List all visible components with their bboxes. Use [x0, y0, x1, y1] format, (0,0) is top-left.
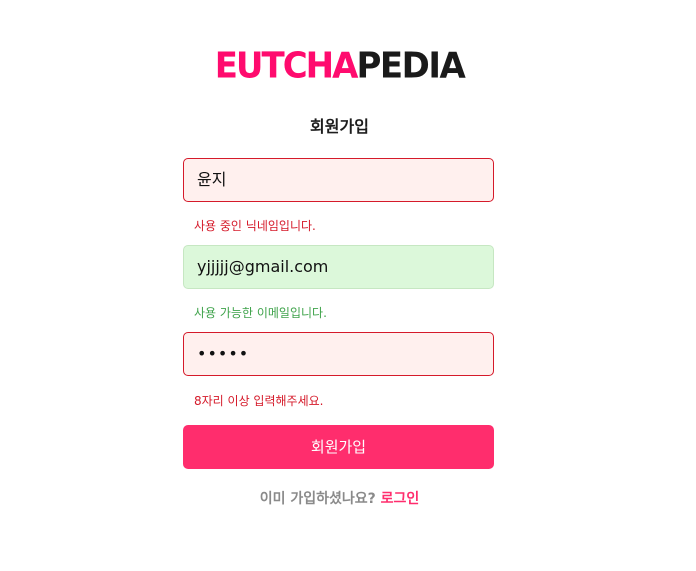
password-field[interactable]: •••••	[183, 332, 494, 376]
signup-page: EUTCHAPEDIA 회원가입 윤지 사용 중인 닉네임입니다. yjjjjj…	[0, 0, 696, 571]
email-field[interactable]: yjjjjj@gmail.com	[183, 245, 494, 289]
nickname-field[interactable]: 윤지	[183, 158, 494, 202]
logo-part-pedia: PEDIA	[356, 45, 465, 87]
nickname-error-message: 사용 중인 닉네임입니다.	[194, 219, 316, 233]
email-success-message: 사용 가능한 이메일입니다.	[194, 306, 327, 320]
password-error-message: 8자리 이상 입력해주세요.	[194, 394, 324, 408]
login-prompt-text: 이미 가입하셨나요?	[259, 491, 376, 507]
signup-button[interactable]: 회원가입	[183, 425, 494, 469]
page-title: 회원가입	[310, 117, 369, 136]
login-link[interactable]: 로그인	[381, 491, 420, 507]
password-value: •••••	[197, 344, 250, 363]
logo-part-eutcha: EUTCHA	[214, 45, 359, 87]
nickname-value: 윤지	[197, 170, 227, 189]
email-value: yjjjjj@gmail.com	[197, 257, 329, 276]
login-prompt: 이미 가입하셨나요? 로그인	[0, 489, 679, 509]
brand-logo[interactable]: EUTCHAPEDIA	[0, 45, 679, 87]
